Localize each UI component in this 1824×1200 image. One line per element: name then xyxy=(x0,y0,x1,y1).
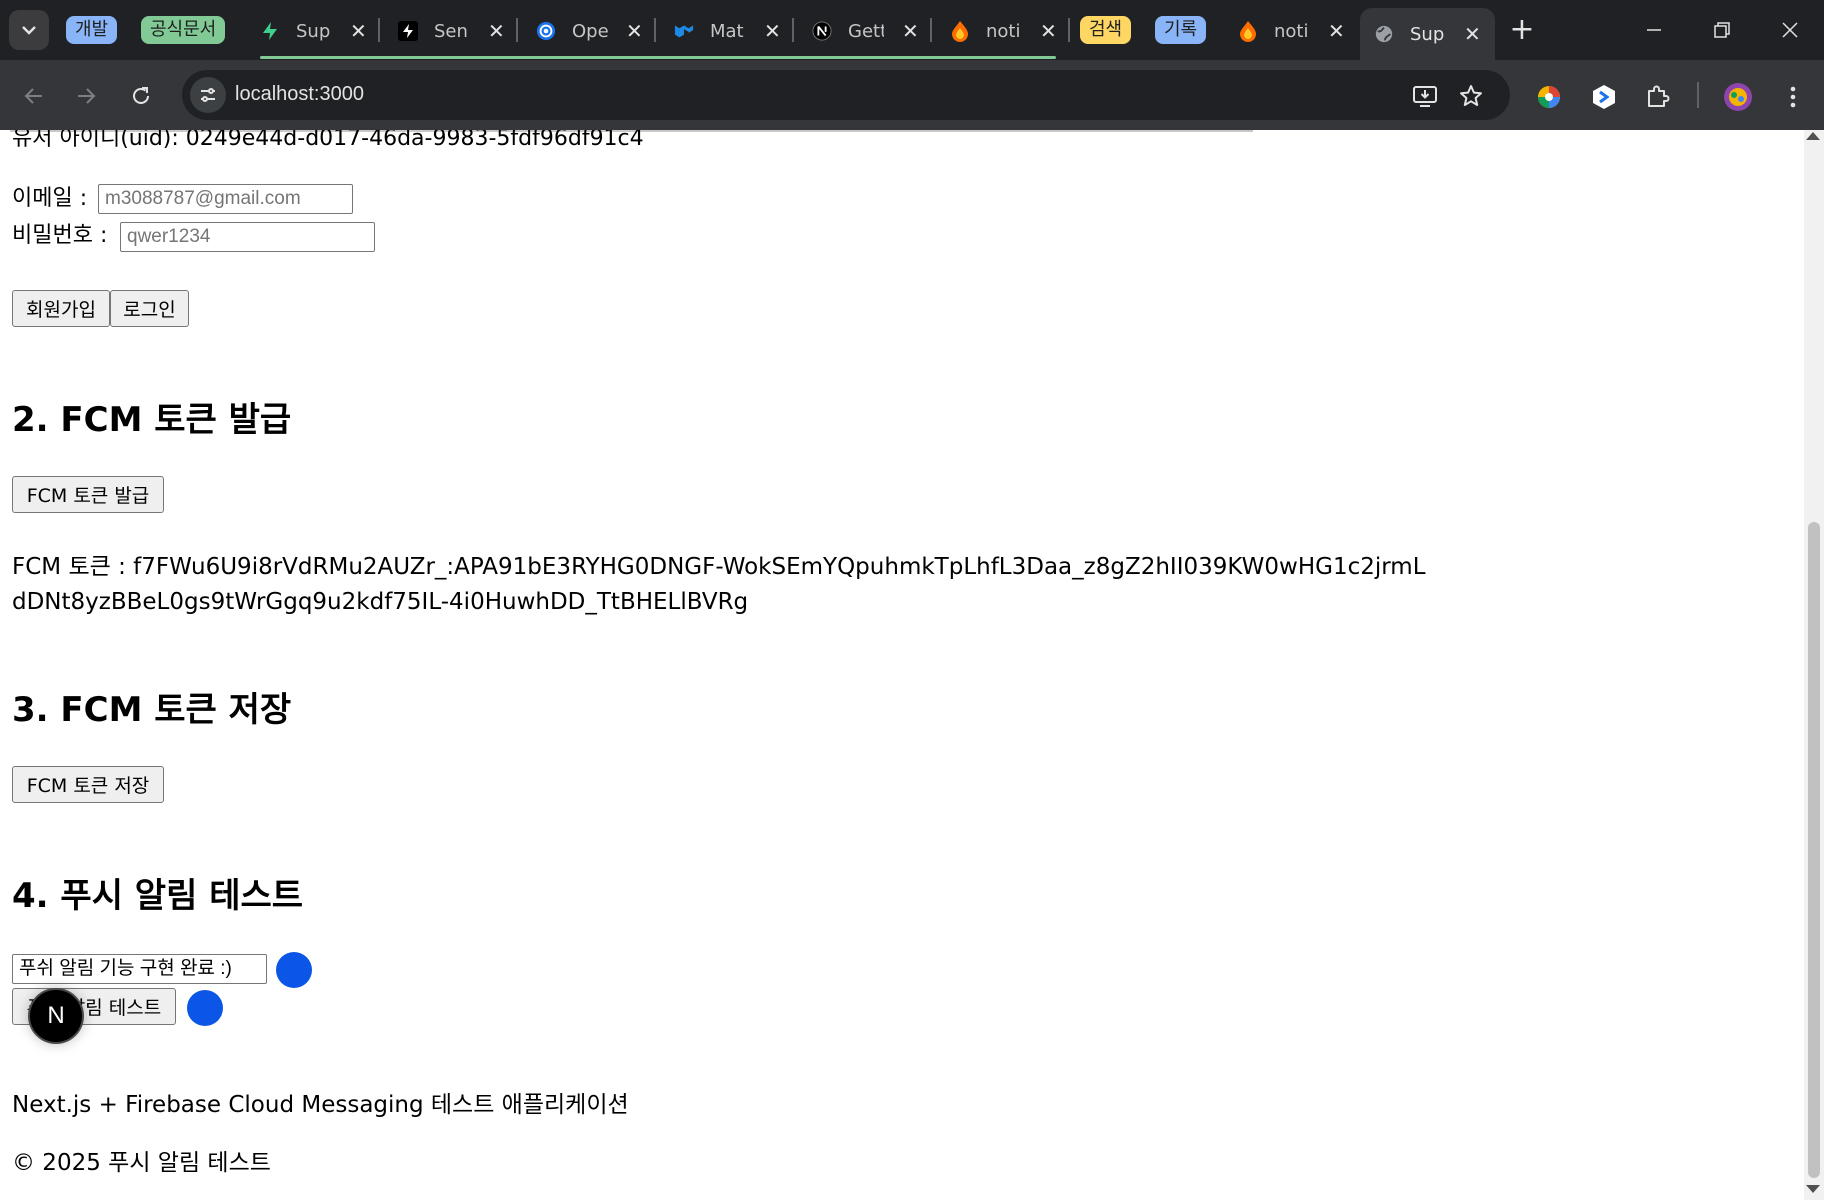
site-info-icon[interactable] xyxy=(190,77,226,113)
signup-button[interactable]: 회원가입 xyxy=(12,290,110,327)
tab-active[interactable]: Sup ✕ xyxy=(1360,8,1495,60)
tab-divider xyxy=(654,18,656,42)
tab-title: Sup xyxy=(1410,23,1445,45)
login-button[interactable]: 로그인 xyxy=(110,290,189,327)
profile-avatar-icon[interactable] xyxy=(1723,82,1753,112)
browser-menu-icon[interactable] xyxy=(1778,82,1808,112)
firebase-icon xyxy=(950,21,970,42)
extensions-puzzle-icon[interactable] xyxy=(1643,82,1673,112)
issue-token-button[interactable]: FCM 토큰 발급 xyxy=(12,476,164,513)
minimize-icon xyxy=(1647,29,1661,31)
nextjs-icon xyxy=(812,21,832,41)
tab-group-docs[interactable]: 공식문서 xyxy=(141,16,226,44)
tab-group-history[interactable]: 기록 xyxy=(1155,16,1207,44)
new-tab-button[interactable]: + xyxy=(1504,12,1540,48)
tab-group-dev[interactable]: 개발 xyxy=(66,16,118,44)
badge-letter: N xyxy=(47,1002,65,1029)
tab-divider xyxy=(930,18,932,42)
save-token-button[interactable]: FCM 토큰 저장 xyxy=(12,766,164,803)
restore-button[interactable] xyxy=(1688,0,1756,60)
tab-nextjs[interactable]: Gett ✕ xyxy=(812,10,919,52)
section-title-push-test: 4. 푸시 알림 테스트 xyxy=(12,876,304,916)
openai-icon xyxy=(536,21,556,41)
tab-supabase[interactable]: Sup ✕ xyxy=(260,10,367,52)
close-icon[interactable]: ✕ xyxy=(350,19,367,43)
reload-icon xyxy=(133,87,149,104)
tab-group-underline xyxy=(260,56,1056,59)
fcm-token-text: FCM 토큰 : f7FWu6U9i8rVdRMu2AUZr_:APA91bE3… xyxy=(12,554,1426,615)
scrollbar-thumb[interactable] xyxy=(1808,522,1820,1178)
tab-group-search[interactable]: 검색 xyxy=(1080,16,1132,44)
close-icon[interactable]: ✕ xyxy=(626,19,643,43)
close-icon[interactable]: ✕ xyxy=(1040,19,1057,43)
close-icon xyxy=(1782,22,1798,38)
close-icon[interactable]: ✕ xyxy=(1328,19,1345,43)
email-label: 이메일 : xyxy=(12,186,88,211)
close-icon[interactable]: ✕ xyxy=(488,19,505,43)
close-icon[interactable]: ✕ xyxy=(764,19,781,43)
forward-arrow-icon xyxy=(78,88,96,104)
tab-divider xyxy=(516,18,518,42)
scroll-down-arrow-icon[interactable] xyxy=(1806,1185,1820,1193)
tab-title: noti xyxy=(986,20,1021,42)
email-field[interactable] xyxy=(98,184,353,214)
url-text[interactable]: localhost:3000 xyxy=(235,83,364,106)
extension-color-icon[interactable] xyxy=(1534,82,1564,112)
install-app-icon[interactable] xyxy=(1412,83,1438,109)
bolt-icon xyxy=(398,21,418,41)
bookmark-star-icon[interactable] xyxy=(1458,83,1484,109)
password-field[interactable] xyxy=(120,222,375,252)
tab-openai[interactable]: Ope ✕ xyxy=(536,10,643,52)
firebase-icon xyxy=(1238,21,1258,42)
tab-search-button[interactable] xyxy=(9,10,49,50)
minimize-button[interactable] xyxy=(1620,0,1688,60)
user-id-text: 유저 아이디(uid): 0249e44d-d017-46da-9983-5fd… xyxy=(12,130,644,151)
tab-divider xyxy=(1068,18,1070,42)
tab-title: Mat xyxy=(710,20,744,42)
back-arrow-icon xyxy=(24,88,42,104)
close-icon[interactable]: ✕ xyxy=(1464,22,1481,46)
supabase-icon xyxy=(260,21,280,41)
push-message-input[interactable] xyxy=(12,954,267,984)
footer-copyright: © 2025 푸시 알림 테스트 xyxy=(12,1150,271,1176)
chevron-down-icon xyxy=(22,26,36,35)
toolbar-divider xyxy=(1697,82,1699,108)
footer-description: Next.js + Firebase Cloud Messaging 테스트 애… xyxy=(12,1092,629,1118)
password-label: 비밀번호 : xyxy=(12,223,108,248)
tab-firebase-2[interactable]: noti ✕ xyxy=(1238,10,1345,52)
tab-firebase-1[interactable]: noti ✕ xyxy=(950,10,1057,52)
globe-icon xyxy=(1374,24,1394,44)
tab-divider xyxy=(792,18,794,42)
tab-strip: 개발 공식문서 Sup ✕ Sen ✕ Ope ✕ Mat ✕ Gett ✕ n… xyxy=(0,0,1824,60)
tab-title: Sen xyxy=(434,20,468,42)
tab-title: noti xyxy=(1274,20,1309,42)
scroll-up-arrow-icon[interactable] xyxy=(1806,132,1820,140)
page-content: 유저 아이디(uid): 0249e44d-d017-46da-9983-5fd… xyxy=(0,130,1804,1200)
extension-terminal-icon[interactable] xyxy=(1589,82,1619,112)
address-bar[interactable]: localhost:3000 xyxy=(182,70,1510,120)
forward-button[interactable] xyxy=(66,76,106,116)
tab-divider xyxy=(378,18,380,42)
close-icon[interactable]: ✕ xyxy=(902,19,919,43)
reload-button[interactable] xyxy=(121,76,161,116)
browser-toolbar: localhost:3000 xyxy=(0,60,1824,130)
tab-sen[interactable]: Sen ✕ xyxy=(398,10,505,52)
status-dot xyxy=(187,990,223,1026)
tab-title: Ope xyxy=(572,20,608,42)
status-dot xyxy=(276,952,312,988)
tab-title: Gett xyxy=(848,20,884,42)
back-button[interactable] xyxy=(14,76,54,116)
section-title-issue-token: 2. FCM 토큰 발급 xyxy=(12,400,292,440)
mui-icon xyxy=(674,21,694,41)
section-title-save-token: 3. FCM 토큰 저장 xyxy=(12,690,292,730)
tab-mui[interactable]: Mat ✕ xyxy=(674,10,781,52)
nextjs-dev-badge[interactable]: N xyxy=(28,988,84,1044)
restore-icon xyxy=(1714,22,1730,38)
close-window-button[interactable] xyxy=(1756,0,1824,60)
tab-title: Sup xyxy=(296,20,331,42)
